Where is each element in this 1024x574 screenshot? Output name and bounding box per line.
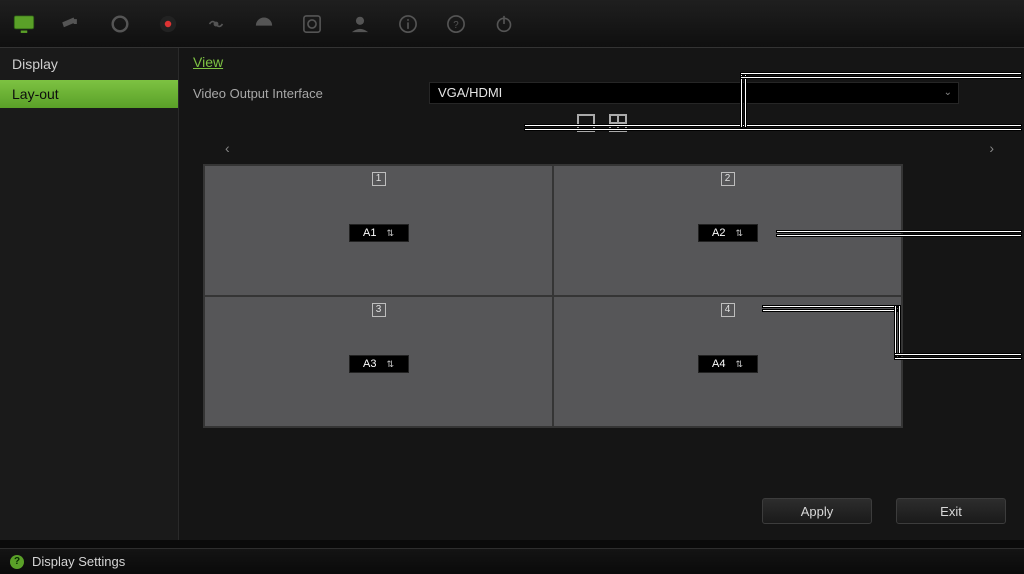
display-icon[interactable]	[0, 4, 48, 44]
annotation-line	[744, 72, 747, 128]
exit-button[interactable]: Exit	[896, 498, 1006, 524]
annotation-line	[740, 76, 1022, 79]
storage-icon[interactable]	[288, 4, 336, 44]
video-output-row: Video Output Interface VGA/HDMI ⌄	[179, 78, 1024, 108]
camera-value: A4	[712, 358, 725, 370]
stepper-icon: ⇅	[386, 359, 394, 370]
camera-cell-3[interactable]: 3 A3 ⇅	[204, 296, 553, 427]
annotation-line	[762, 305, 898, 308]
globe-icon[interactable]	[96, 4, 144, 44]
cell-number: 1	[372, 172, 386, 186]
annotation-line	[894, 353, 1022, 356]
annotation-line	[740, 72, 1022, 75]
record-icon[interactable]	[144, 4, 192, 44]
sidebar: Display Lay-out	[0, 48, 178, 540]
annotation-line	[524, 124, 1022, 127]
button-row: Apply Exit	[762, 498, 1006, 524]
motion-icon[interactable]	[192, 4, 240, 44]
status-text: Display Settings	[32, 554, 125, 569]
annotation-line	[776, 234, 1022, 237]
page-controls: ‹ ›	[179, 132, 1024, 164]
camera-value: A1	[363, 227, 376, 239]
power-icon[interactable]	[480, 4, 528, 44]
annotation-line	[762, 309, 898, 312]
camera-value: A2	[712, 227, 725, 239]
top-toolbar: ?	[0, 0, 1024, 48]
camera-icon[interactable]	[48, 4, 96, 44]
stepper-icon: ⇅	[386, 228, 394, 239]
svg-text:?: ?	[453, 20, 459, 31]
camera-grid-wrap: 1 A1 ⇅ 2 A2 ⇅ 3 A3 ⇅ 4 A4 ⇅	[203, 164, 1000, 428]
help-icon[interactable]: ?	[432, 4, 480, 44]
camera-select-4[interactable]: A4 ⇅	[698, 355, 758, 373]
camera-grid: 1 A1 ⇅ 2 A2 ⇅ 3 A3 ⇅ 4 A4 ⇅	[203, 164, 903, 428]
stepper-icon: ⇅	[735, 228, 743, 239]
annotation-line	[776, 230, 1022, 233]
annotation-line	[524, 128, 1022, 131]
sidebar-item-layout[interactable]: Lay-out	[0, 80, 178, 108]
annotation-line	[894, 305, 897, 357]
camera-value: A3	[363, 358, 376, 370]
status-help-icon[interactable]: ?	[10, 555, 24, 569]
status-bar: ? Display Settings	[0, 548, 1024, 574]
annotation-line	[898, 305, 901, 357]
tab-view[interactable]: View	[193, 54, 223, 70]
chevron-down-icon: ⌄	[944, 87, 952, 98]
next-page-button[interactable]: ›	[983, 138, 1000, 158]
info-icon[interactable]	[384, 4, 432, 44]
camera-cell-1[interactable]: 1 A1 ⇅	[204, 165, 553, 296]
user-icon[interactable]	[336, 4, 384, 44]
video-output-select[interactable]: VGA/HDMI ⌄	[429, 82, 959, 104]
dome-icon[interactable]	[240, 4, 288, 44]
video-output-value: VGA/HDMI	[438, 85, 502, 100]
video-output-label: Video Output Interface	[193, 86, 429, 101]
cell-number: 3	[372, 303, 386, 317]
content-pane: View Video Output Interface VGA/HDMI ⌄ ‹…	[178, 48, 1024, 540]
main-area: Display Lay-out View Video Output Interf…	[0, 48, 1024, 540]
cell-number: 4	[721, 303, 735, 317]
camera-select-2[interactable]: A2 ⇅	[698, 224, 758, 242]
camera-select-1[interactable]: A1 ⇅	[349, 224, 409, 242]
annotation-line	[740, 72, 743, 128]
apply-button[interactable]: Apply	[762, 498, 872, 524]
annotation-line	[894, 357, 1022, 360]
camera-select-3[interactable]: A3 ⇅	[349, 355, 409, 373]
prev-page-button[interactable]: ‹	[219, 138, 236, 158]
stepper-icon: ⇅	[735, 359, 743, 370]
cell-number: 2	[721, 172, 735, 186]
sidebar-heading: Display	[0, 48, 178, 80]
camera-cell-4[interactable]: 4 A4 ⇅	[553, 296, 902, 427]
